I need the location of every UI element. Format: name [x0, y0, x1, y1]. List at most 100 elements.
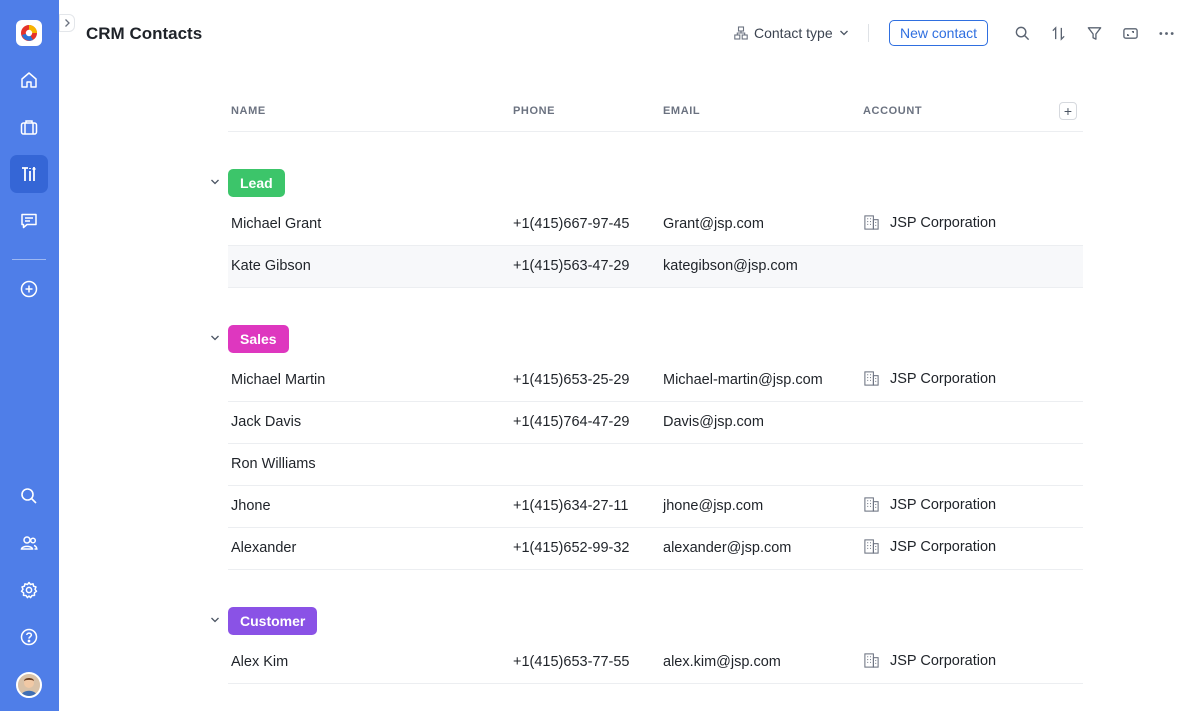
contact-phone: +1(415)653-25-29 — [513, 372, 630, 388]
group-toggle-customer[interactable] — [209, 614, 221, 626]
search-icon — [1015, 26, 1029, 40]
contact-phone: +1(415)652-99-32 — [513, 540, 630, 556]
sidebar-item-tools[interactable] — [10, 155, 48, 193]
chat-icon — [21, 213, 37, 229]
more-icon — [1158, 31, 1174, 35]
building-icon — [864, 653, 879, 668]
sidebar-item-help[interactable] — [10, 618, 48, 656]
contact-account[interactable]: JSP Corporation — [863, 538, 996, 555]
users-icon — [20, 536, 38, 550]
building-icon — [864, 371, 879, 386]
sort-icon — [1051, 25, 1065, 41]
page-title: CRM Contacts — [86, 24, 203, 43]
contact-account[interactable]: JSP Corporation — [863, 214, 996, 231]
chevron-down-icon — [211, 617, 219, 623]
contact-name: Michael Grant — [231, 216, 322, 232]
contact-email: Michael-martin@jsp.com — [663, 372, 823, 388]
table-row[interactable]: Jhone +1(415)634-27-11 jhone@jsp.com JSP… — [228, 486, 1083, 528]
more-button[interactable] — [1156, 23, 1176, 43]
sidebar-divider — [12, 259, 46, 260]
briefcase-icon — [20, 120, 38, 135]
table-row[interactable]: Jack Davis +1(415)764-47-29 Davis@jsp.co… — [228, 402, 1083, 444]
search-icon — [21, 488, 37, 504]
sidebar-item-search[interactable] — [10, 477, 48, 515]
table-row[interactable]: Alexander +1(415)652-99-32 alexander@jsp… — [228, 528, 1083, 570]
tools-icon — [22, 167, 36, 181]
chevron-down-icon — [211, 335, 219, 341]
chevron-down-icon — [211, 179, 219, 185]
sidebar-collapse-button[interactable] — [59, 14, 75, 32]
help-icon — [20, 628, 38, 646]
account-name: JSP Corporation — [890, 652, 997, 669]
contact-name: Jhone — [231, 498, 271, 514]
expand-icon — [1122, 27, 1138, 39]
contact-phone: +1(415)667-97-45 — [513, 216, 630, 232]
logo-icon — [21, 25, 37, 41]
building-icon — [864, 215, 879, 230]
chevron-right-icon — [65, 19, 70, 27]
search-button[interactable] — [1012, 23, 1032, 43]
app-logo[interactable] — [16, 20, 42, 46]
header-divider-line — [228, 131, 1083, 132]
sidebar-item-chat[interactable] — [10, 202, 48, 240]
home-icon — [21, 72, 37, 88]
column-header-email[interactable]: EMAIL — [663, 105, 700, 117]
building-icon — [864, 539, 879, 554]
contact-email: Davis@jsp.com — [663, 414, 764, 430]
hierarchy-icon — [734, 26, 748, 40]
column-header-phone[interactable]: PHONE — [513, 105, 555, 117]
contact-type-dropdown[interactable]: Contact type — [734, 25, 849, 41]
gear-icon — [20, 581, 38, 599]
table-row[interactable]: Kate Gibson +1(415)563-47-29 kategibson@… — [228, 246, 1083, 288]
table-row[interactable]: Alex Kim +1(415)653-77-55 alex.kim@jsp.c… — [228, 642, 1083, 684]
table-row[interactable]: Michael Grant +1(415)667-97-45 Grant@jsp… — [228, 204, 1083, 246]
account-name: JSP Corporation — [890, 214, 997, 231]
column-header-account[interactable]: ACCOUNT — [863, 105, 922, 117]
group-toggle-lead[interactable] — [209, 176, 221, 188]
contact-account[interactable]: JSP Corporation — [863, 370, 996, 387]
add-column-button[interactable]: + — [1059, 102, 1077, 120]
sidebar-item-home[interactable] — [10, 61, 48, 99]
sidebar-item-settings[interactable] — [10, 571, 48, 609]
sort-button[interactable] — [1048, 23, 1068, 43]
sidebar-item-briefcase[interactable] — [10, 108, 48, 146]
account-name: JSP Corporation — [890, 370, 997, 387]
contact-name: Alexander — [231, 540, 297, 556]
contact-name: Michael Martin — [231, 372, 326, 388]
contact-name: Jack Davis — [231, 414, 302, 430]
group-toggle-sales[interactable] — [209, 332, 221, 344]
user-avatar-icon — [18, 674, 40, 696]
chevron-down-icon — [839, 30, 848, 36]
contact-name: Ron Williams — [231, 456, 316, 472]
building-icon — [864, 497, 879, 512]
contact-name: Kate Gibson — [231, 258, 311, 274]
group-tag-lead[interactable]: Lead — [228, 169, 285, 197]
contact-account[interactable]: JSP Corporation — [863, 652, 996, 669]
sidebar-item-users[interactable] — [10, 524, 48, 562]
contact-phone: +1(415)563-47-29 — [513, 258, 630, 274]
contact-type-label: Contact type — [754, 25, 833, 41]
contact-phone: +1(415)634-27-11 — [513, 498, 629, 514]
contact-email: alexander@jsp.com — [663, 540, 792, 556]
column-header-name[interactable]: NAME — [231, 105, 266, 117]
sidebar — [0, 0, 59, 711]
filter-button[interactable] — [1084, 23, 1104, 43]
sidebar-item-add[interactable] — [10, 270, 48, 308]
contact-phone: +1(415)764-47-29 — [513, 414, 630, 430]
new-contact-button[interactable]: New contact — [889, 20, 988, 46]
account-name: JSP Corporation — [890, 538, 997, 555]
contact-email: kategibson@jsp.com — [663, 258, 798, 274]
contact-phone: +1(415)653-77-55 — [513, 654, 630, 670]
add-circle-icon — [20, 280, 38, 298]
account-name: JSP Corporation — [890, 496, 997, 513]
filter-icon — [1087, 26, 1101, 40]
contact-email: jhone@jsp.com — [663, 498, 764, 514]
group-tag-sales[interactable]: Sales — [228, 325, 289, 353]
table-row[interactable]: Ron Williams — [228, 444, 1083, 486]
contact-account[interactable]: JSP Corporation — [863, 496, 996, 513]
expand-button[interactable] — [1120, 23, 1140, 43]
avatar[interactable] — [16, 672, 42, 698]
group-tag-customer[interactable]: Customer — [228, 607, 318, 635]
header-divider — [868, 24, 869, 42]
table-row[interactable]: Michael Martin +1(415)653-25-29 Michael-… — [228, 360, 1083, 402]
